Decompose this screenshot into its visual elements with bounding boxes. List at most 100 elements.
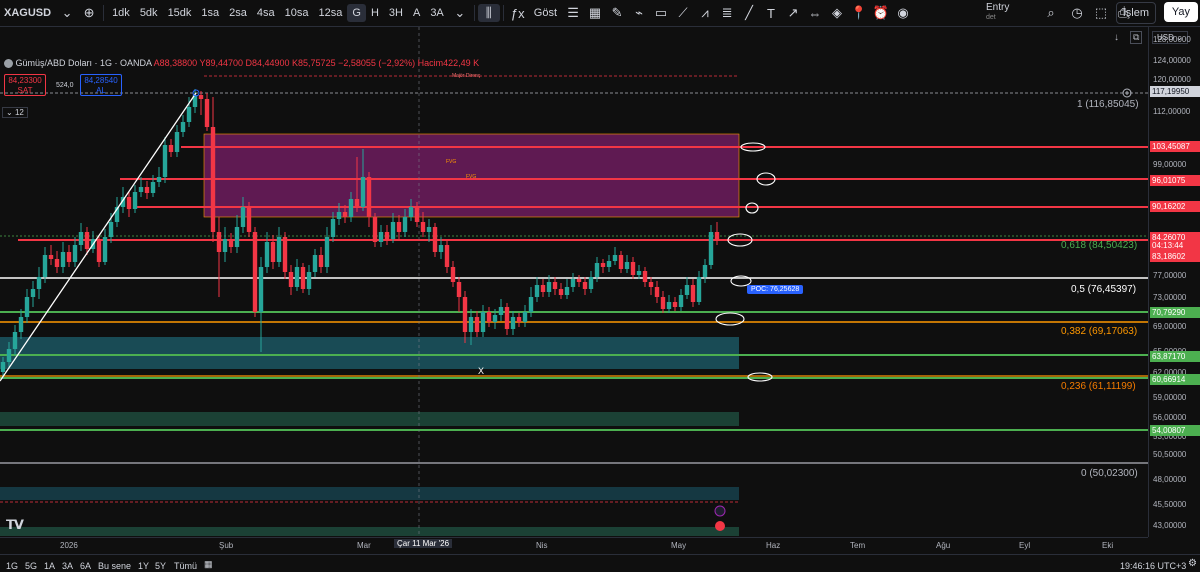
chevron-down-icon[interactable]: ⌄ <box>56 5 78 21</box>
interval-G[interactable]: G <box>347 4 366 22</box>
time-label: 2026 <box>60 541 78 550</box>
price-box: 117,19950 <box>1150 86 1200 97</box>
candle-body <box>504 307 510 329</box>
price-axis[interactable]: USD ⌄ 128,00000 124,00000 120,00000 112,000… <box>1148 27 1200 537</box>
interval-4sa[interactable]: 4sa <box>252 0 280 26</box>
time-axis[interactable]: 2026 Şub Mar Çar 11 Mar '26 Nis May Haz Tem Ağu E… <box>0 537 1148 554</box>
divider <box>502 5 504 21</box>
trendline-icon[interactable]: ╱ <box>738 5 760 21</box>
price-box: 04:13:44 <box>1150 240 1200 251</box>
indicator-toggle[interactable]: ⌄ 12 <box>2 107 28 118</box>
buy-button[interactable]: 84,28540 AL <box>80 74 122 96</box>
settings-icon[interactable]: ⚙ <box>1188 558 1197 569</box>
candle-body <box>624 262 630 269</box>
interval-A[interactable]: A <box>408 0 425 26</box>
support-zone <box>0 412 739 426</box>
pattern-icon[interactable]: ⩘ <box>694 5 716 21</box>
fullscreen-icon[interactable]: ⬚ <box>1090 5 1112 21</box>
interval-1sa[interactable]: 1sa <box>196 0 224 26</box>
indicators-button[interactable]: Göst <box>529 0 562 26</box>
interval-3A[interactable]: 3A <box>425 0 448 26</box>
candle-body <box>294 267 300 287</box>
interval-dropdown-icon[interactable]: ⌄ <box>449 5 471 21</box>
interval-5dk[interactable]: 5dk <box>135 0 163 26</box>
indicators-icon[interactable]: ƒx <box>507 6 529 21</box>
annotation-circle <box>715 312 745 326</box>
candle-body <box>636 271 642 275</box>
range-1A[interactable]: 1A <box>44 561 55 571</box>
rectangle-icon[interactable]: ▭ <box>650 5 672 21</box>
candle-body <box>474 317 480 332</box>
publish-button[interactable]: Yay <box>1163 2 1198 22</box>
price-tick: 99,00000 <box>1153 160 1187 169</box>
entry-widget[interactable]: Entry det <box>986 3 1009 23</box>
price-tick: 43,00000 <box>1153 521 1187 530</box>
menu-icon[interactable]: ☰ <box>562 5 584 21</box>
price-tick: 124,00000 <box>1153 56 1191 65</box>
interval-10sa[interactable]: 10sa <box>280 0 314 26</box>
text-icon[interactable]: T <box>760 6 782 21</box>
compare-icon[interactable]: ◷ <box>1066 5 1088 21</box>
add-symbol-icon[interactable]: ⊕ <box>78 5 100 21</box>
candle-body <box>246 207 252 232</box>
candle-body <box>396 222 402 232</box>
replay-icon[interactable]: ◉ <box>892 5 914 21</box>
price-box: 63,87170 <box>1150 351 1200 362</box>
candle-body <box>438 245 444 252</box>
range-1G[interactable]: 1G <box>6 561 18 571</box>
candle-body <box>54 259 60 267</box>
range-5G[interactable]: 5G <box>25 561 37 571</box>
interval-12sa[interactable]: 12sa <box>314 0 348 26</box>
grid-icon[interactable]: ▦ <box>584 5 606 21</box>
fib-label-0: 0 (50,02300) <box>1081 468 1138 479</box>
sell-label: SAT <box>17 86 33 95</box>
candle-body <box>702 265 708 277</box>
range-Tümü[interactable]: Tümü <box>174 561 197 571</box>
price-chart[interactable]: Majör Direnç FVG FVG X <box>0 27 1148 537</box>
shapes-icon[interactable]: ◈ <box>826 5 848 21</box>
price-box: 60,66914 <box>1150 374 1200 385</box>
range-1Y[interactable]: 1Y <box>138 561 149 571</box>
alert-icon[interactable]: ⏰ <box>870 5 892 21</box>
arrow-icon[interactable]: ↗ <box>782 5 804 21</box>
pin-icon[interactable]: 📍 <box>848 5 870 21</box>
price-tick: 120,00000 <box>1153 75 1191 84</box>
candle-body <box>546 282 552 292</box>
range-6A[interactable]: 6A <box>80 561 91 571</box>
spread-value: 524,0 <box>56 82 74 89</box>
candle-body <box>612 255 618 261</box>
chart-pane[interactable]: Majör Direnç FVG FVG X Gümüş/ABD Doları · 1… <box>0 27 1148 537</box>
search-icon[interactable]: ⌕ <box>1040 5 1062 21</box>
interval-1dk[interactable]: 1dk <box>107 0 135 26</box>
range-5Y[interactable]: 5Y <box>155 561 166 571</box>
trade-button[interactable]: İşlem <box>1115 2 1156 24</box>
candle-body <box>714 232 720 239</box>
price-tick: 59,00000 <box>1153 393 1187 402</box>
interval-H[interactable]: H <box>366 0 384 26</box>
download-icon[interactable]: ↓ <box>1114 32 1119 43</box>
candle-body <box>174 132 180 152</box>
time-label: Nis <box>536 541 548 550</box>
interval-15dk[interactable]: 15dk <box>163 0 197 26</box>
candles-icon[interactable]: ⫼ <box>477 4 500 22</box>
candle-body <box>666 302 672 309</box>
candle-body <box>162 145 168 177</box>
crosshair-icon[interactable]: ⇔ <box>804 6 826 21</box>
candle-body <box>96 239 102 262</box>
price-box: 70,79290 <box>1150 307 1200 318</box>
date-range-icon[interactable]: ▦ <box>204 559 213 570</box>
interval-3H[interactable]: 3H <box>384 0 408 26</box>
candle-body <box>12 332 18 349</box>
symbol-search[interactable]: XAGUSD <box>0 0 56 26</box>
brush-icon[interactable]: ⌁ <box>628 5 650 21</box>
range-3A[interactable]: 3A <box>62 561 73 571</box>
divider <box>473 5 475 21</box>
interval-2sa[interactable]: 2sa <box>224 0 252 26</box>
auto-scale-icon[interactable]: ⧉ <box>1130 31 1143 44</box>
path-icon[interactable]: ⟋ <box>672 5 694 21</box>
fib-icon[interactable]: ≣ <box>716 5 738 21</box>
pencil-icon[interactable]: ✎ <box>606 5 628 21</box>
sell-button[interactable]: 84,23300 SAT <box>4 74 46 96</box>
range-Bu-sene[interactable]: Bu sene <box>98 561 131 571</box>
flag-icon <box>715 521 725 531</box>
